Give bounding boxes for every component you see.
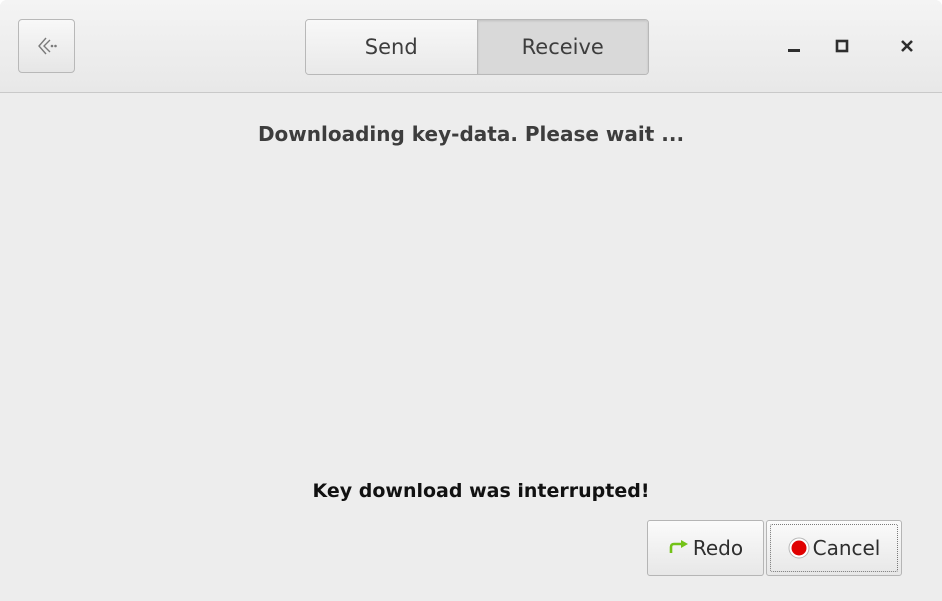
maximize-button[interactable] — [825, 30, 859, 64]
minimize-button[interactable] — [777, 30, 811, 64]
send-receive-switcher: Send Receive — [305, 19, 649, 75]
stop-icon — [788, 537, 810, 559]
tab-receive[interactable]: Receive — [476, 20, 648, 74]
close-button[interactable] — [890, 30, 924, 64]
back-arrows-icon — [36, 35, 58, 57]
redo-label: Redo — [692, 536, 744, 560]
maximize-icon — [835, 38, 849, 57]
download-message: Downloading key-data. Please wait ... — [257, 122, 685, 146]
cancel-button[interactable]: Cancel — [766, 520, 902, 576]
header-bar: Send Receive — [0, 0, 942, 93]
redo-button[interactable]: Redo — [647, 520, 764, 576]
close-icon — [900, 38, 914, 57]
minimize-icon — [787, 38, 801, 57]
cancel-label: Cancel — [812, 536, 881, 560]
interrupted-status: Key download was interrupted! — [312, 480, 650, 502]
tab-send[interactable]: Send — [306, 20, 477, 74]
redo-arrow-icon — [668, 539, 690, 557]
app-window: Send Receive Downloading key-data. Pleas… — [0, 0, 942, 601]
back-button[interactable] — [18, 19, 75, 73]
